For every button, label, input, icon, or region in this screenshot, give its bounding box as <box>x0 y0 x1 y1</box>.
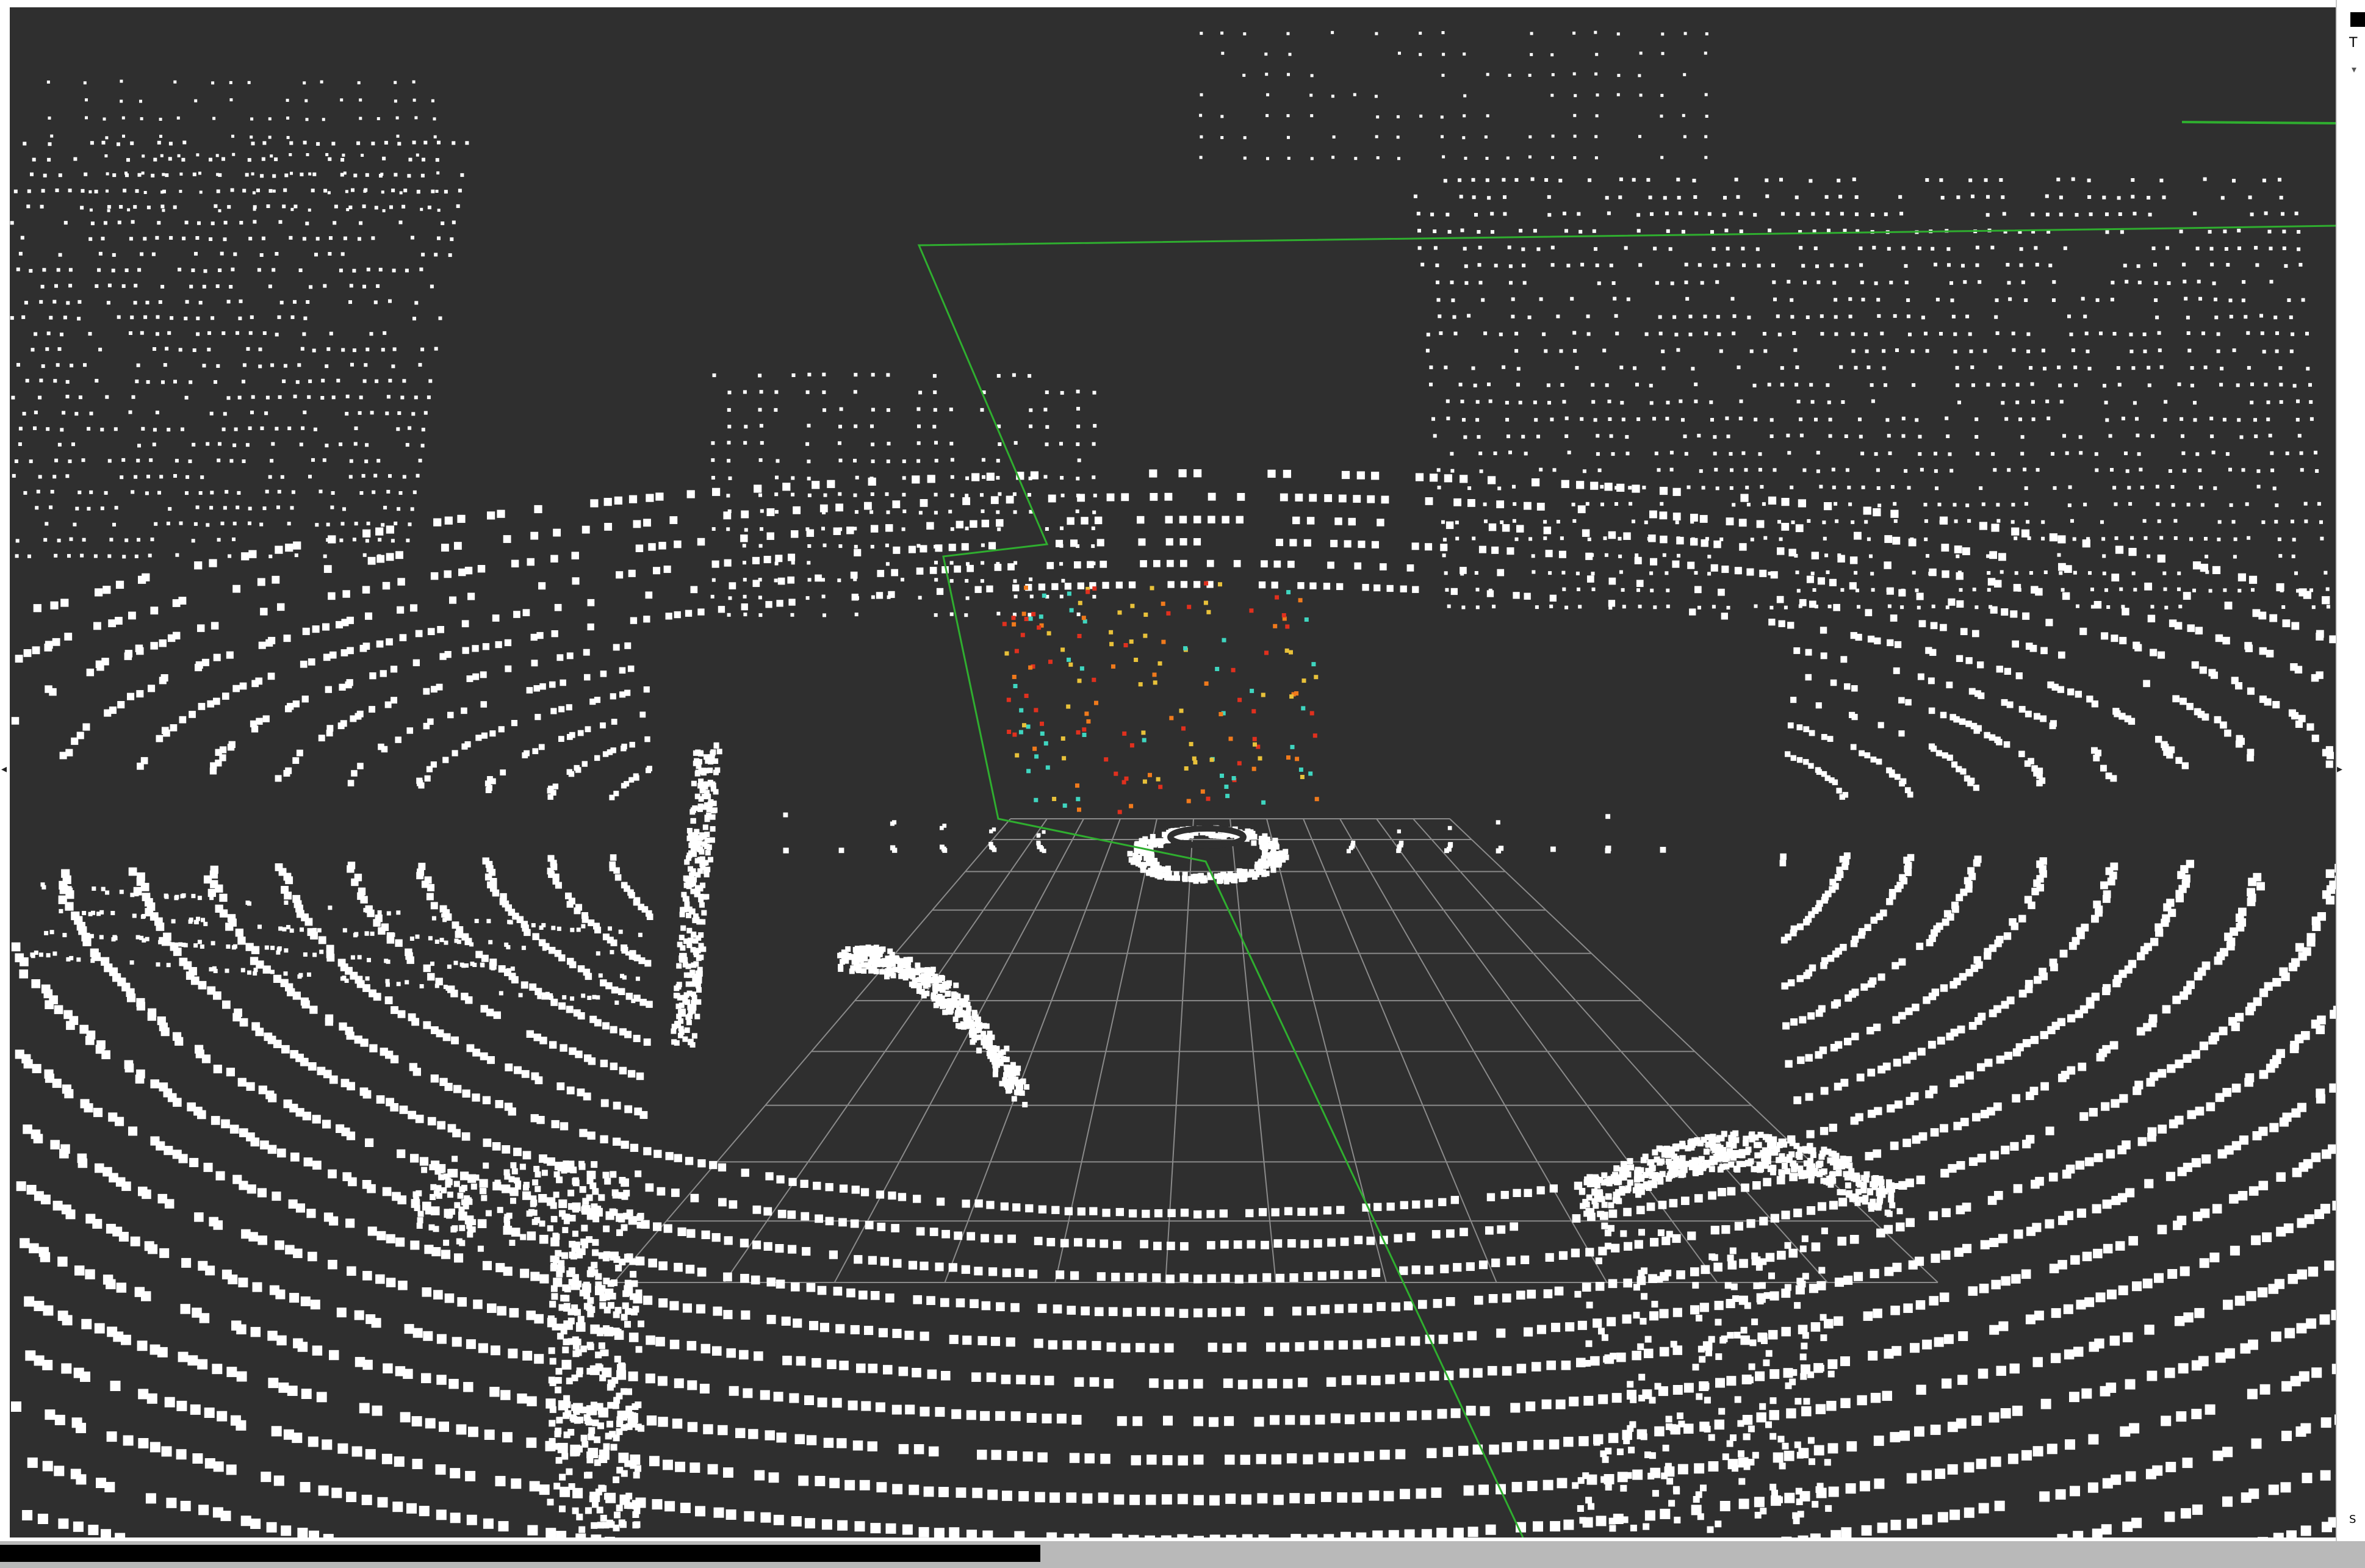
panel-header-block <box>2350 12 2365 27</box>
panel-footer-label: S <box>2349 1513 2356 1526</box>
grid-line <box>1339 818 1608 1283</box>
grid-line <box>1449 818 1938 1283</box>
progress-bar-fill <box>0 1545 1041 1562</box>
right-side-panel[interactable]: T ▾ S <box>2336 0 2365 1568</box>
trajectory-segment <box>2181 121 2336 124</box>
3d-viewport[interactable] <box>10 7 2336 1537</box>
chevron-down-icon[interactable]: ▾ <box>2352 63 2356 75</box>
grid-line <box>1413 818 1828 1283</box>
grid-line <box>1303 818 1497 1283</box>
collapse-right-icon[interactable]: ▸ <box>2337 763 2342 775</box>
collapse-left-icon[interactable]: ◂ <box>1 763 7 775</box>
point-cloud <box>10 31 2336 1537</box>
grid-line <box>613 818 1011 1283</box>
progress-bar[interactable] <box>0 1541 2365 1568</box>
panel-tab-label[interactable]: T <box>2349 35 2357 51</box>
point-cloud-scene[interactable] <box>10 7 2336 1537</box>
grid-line <box>1376 818 1718 1283</box>
